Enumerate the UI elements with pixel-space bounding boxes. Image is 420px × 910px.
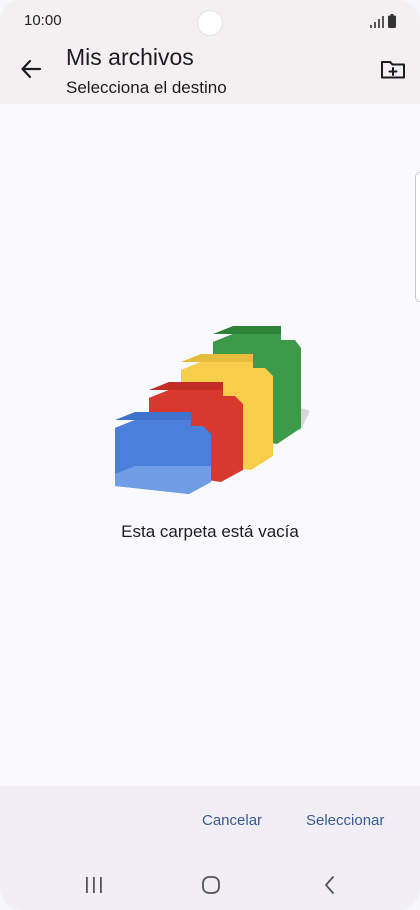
signal-icon: [370, 16, 384, 28]
new-folder-icon: [381, 61, 405, 79]
screen: 10:00 Mis archivos Selecciona el destino: [0, 0, 420, 910]
app-bar: Mis archivos Selecciona el destino: [0, 44, 420, 104]
status-bar: 10:00: [0, 0, 420, 44]
home-icon[interactable]: [200, 874, 222, 896]
page-subtitle: Selecciona el destino: [66, 78, 227, 97]
folder-content: Esta carpeta está vacía: [0, 104, 420, 786]
new-folder-button[interactable]: [378, 54, 408, 84]
nav-back-icon[interactable]: [320, 873, 340, 897]
action-bar: Cancelar Seleccionar: [0, 786, 420, 860]
page-title: Mis archivos: [66, 44, 194, 70]
battery-icon: [388, 14, 396, 28]
cancel-button[interactable]: Cancelar: [194, 810, 270, 831]
status-time: 10:00: [24, 12, 62, 29]
recents-icon[interactable]: [82, 874, 106, 896]
camera-cutout: [197, 10, 223, 36]
system-nav-bar: [0, 860, 420, 910]
empty-folder-message: Esta carpeta está vacía: [121, 522, 299, 541]
back-arrow-icon: [21, 59, 42, 79]
scroll-handle[interactable]: [415, 172, 420, 302]
empty-folders-icon: [115, 326, 310, 494]
back-button[interactable]: [14, 52, 48, 86]
select-button[interactable]: Seleccionar: [298, 810, 392, 831]
